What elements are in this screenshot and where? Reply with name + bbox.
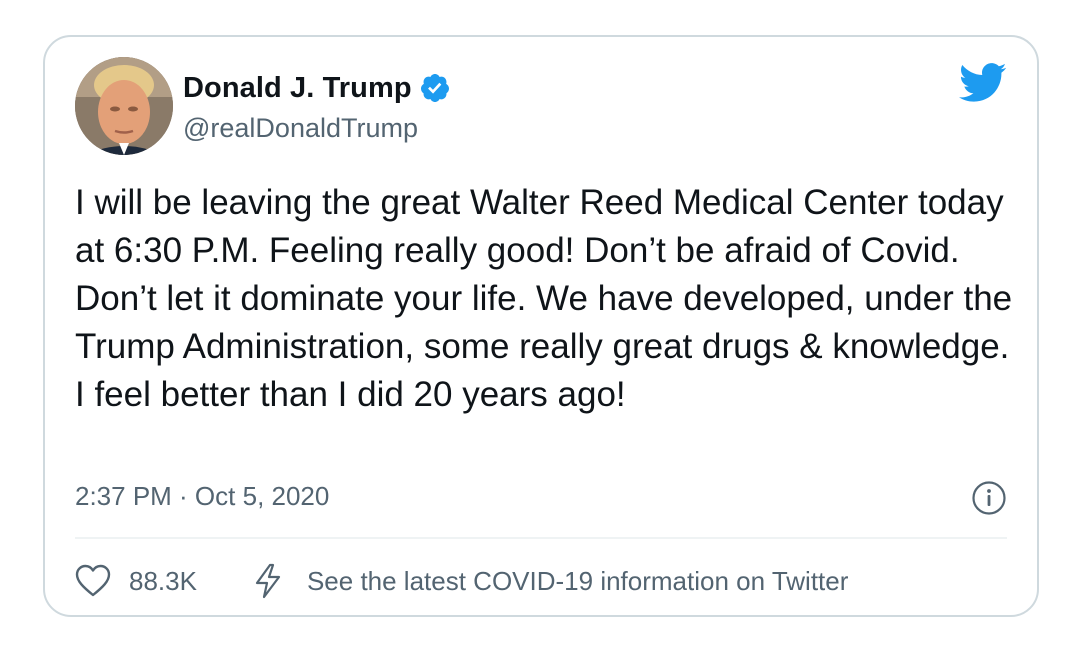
- divider: [75, 537, 1007, 539]
- author-name-row: Donald J. Trump: [183, 71, 451, 105]
- twitter-bird-icon[interactable]: [959, 63, 1007, 103]
- tweet-timestamp[interactable]: 2:37 PM · Oct 5, 2020: [75, 481, 329, 512]
- author-avatar[interactable]: [75, 57, 173, 155]
- lightning-bolt-icon: [255, 563, 281, 599]
- tweet-actions: 88.3K See the latest COVID-19 informatio…: [75, 561, 848, 601]
- verified-badge-icon: [419, 72, 451, 104]
- author-display-name[interactable]: Donald J. Trump: [183, 72, 412, 105]
- like-button[interactable]: 88.3K: [75, 564, 197, 598]
- tweet-text: I will be leaving the great Walter Reed …: [75, 183, 1013, 414]
- heart-icon: [75, 564, 111, 597]
- info-icon[interactable]: [971, 480, 1007, 516]
- tweet-card: Donald J. Trump @realDonaldTrump I will …: [43, 35, 1039, 617]
- author-handle[interactable]: @realDonaldTrump: [183, 113, 418, 144]
- covid-info-link[interactable]: See the latest COVID-19 information on T…: [197, 563, 848, 599]
- like-count: 88.3K: [129, 565, 197, 596]
- avatar-portrait-icon: [75, 57, 173, 155]
- covid-info-label: See the latest COVID-19 information on T…: [306, 565, 849, 596]
